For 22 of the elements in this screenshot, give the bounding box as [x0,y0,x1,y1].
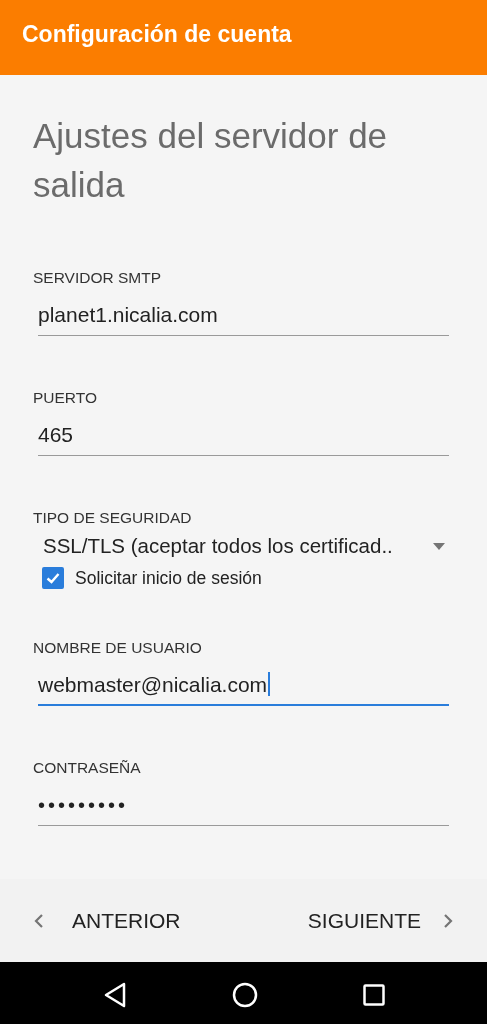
field-label: TIPO DE SEGURIDAD [33,509,193,527]
field-label: PUERTO [33,389,99,407]
field-label: NOMBRE DE USUARIO [33,639,203,657]
next-button[interactable]: SIGUIENTE [303,902,457,939]
home-icon[interactable] [231,982,258,1008]
checkbox-label: Solicitar inicio de sesión [75,567,262,589]
input-field[interactable]: webmaster@nicalia.com [38,670,449,706]
field-label: CONTRASEÑA [33,759,142,777]
password-field[interactable]: ••••••••• [38,790,449,826]
dropdown-arrow-icon [433,542,445,550]
field-label: SERVIDOR SMTP [33,269,163,287]
back-icon[interactable] [102,982,127,1008]
app-title: Configuración de cuenta [22,21,292,48]
chevron-left-icon [34,912,44,929]
page-heading: Ajustes del servidor de salida [33,115,389,206]
recents-icon[interactable] [362,984,385,1006]
input-field[interactable]: 465 [38,420,449,456]
input-field[interactable]: planet1.nicalia.com [38,300,449,336]
checkbox[interactable] [42,567,64,589]
chevron-right-icon [443,912,453,929]
text-cursor [268,672,271,696]
previous-button[interactable]: ANTERIOR [30,902,185,939]
